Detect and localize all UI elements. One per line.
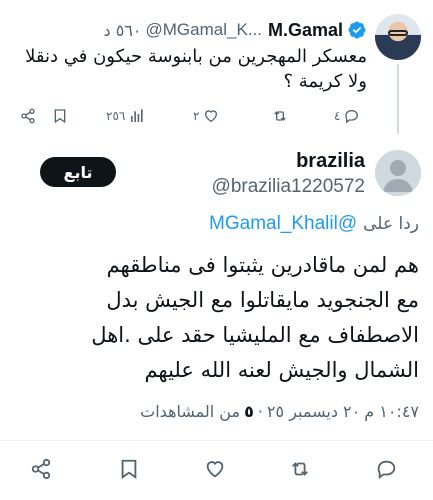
meta-separator: ·	[257, 402, 263, 421]
follow-button[interactable]: تابع	[40, 157, 116, 187]
main-author-handle[interactable]: @brazilia1220572	[212, 176, 365, 198]
main-text-line: الشمال والجيش لعنه الله عليهم	[144, 358, 419, 382]
bookmark-icon	[118, 458, 140, 480]
bookmark-icon	[52, 108, 68, 124]
parent-retweet-button[interactable]	[271, 108, 289, 124]
reply-prefix: ردا على	[363, 214, 419, 234]
parent-handle[interactable]: @MGamal_K...	[146, 20, 262, 40]
divider	[0, 440, 433, 441]
parent-reply-button[interactable]: ٤	[334, 108, 360, 124]
main-tweet-text: هم لمن ماقادرين يثبتوا فى مناطقهم مع الج…	[9, 248, 419, 388]
reply-icon	[344, 108, 360, 124]
parent-views-button[interactable]: ٢٥٦	[106, 108, 145, 124]
tweet-meta-line: ١٠:٤٧ م ٢٠ ديسمبر ٢٥ · ٥ من المشاهدات	[140, 402, 419, 421]
parent-tweet-header: ٥٦٠ د @MGamal_K... M.Gamal	[104, 18, 367, 42]
replying-to-line: ردا على @MGamal_Khalil	[209, 212, 419, 236]
views-icon	[129, 108, 145, 124]
main-text-line: الاصطفاف مع المليشيا حقد على .اهل	[91, 323, 419, 347]
like-icon	[204, 458, 226, 480]
views-count: ٥	[244, 402, 254, 421]
parent-action-bar: ٢٥٦ ٢ ٤	[18, 108, 368, 132]
like-icon	[203, 108, 219, 124]
main-like-button[interactable]	[204, 458, 226, 480]
retweet-icon	[288, 458, 312, 480]
parent-text-line: معسكر المهجرين من بابنوسة حيكون في دنقلا	[25, 46, 367, 67]
share-icon	[20, 108, 36, 124]
main-action-bar	[0, 458, 433, 484]
tweet-time[interactable]: ١٠:٤٧ م	[364, 402, 419, 421]
main-text-line: مع الجنجويد مايقاتلوا مع الجيش بدل	[106, 288, 419, 312]
verified-icon	[347, 20, 367, 40]
parent-views-count: ٢٥٦	[106, 109, 126, 123]
main-text-line: هم لمن ماقادرين يثبتوا فى مناطقهم	[106, 253, 419, 277]
retweet-icon	[271, 108, 289, 124]
main-retweet-button[interactable]	[288, 458, 312, 480]
avatar-placeholder	[375, 150, 421, 196]
views-label: من المشاهدات	[140, 402, 241, 421]
parent-time[interactable]: ٥٦٠ د	[104, 21, 142, 40]
reply-mention-link[interactable]: @MGamal_Khalil	[209, 213, 357, 235]
main-author-name[interactable]: brazilia	[296, 150, 365, 173]
main-reply-button[interactable]	[376, 458, 398, 480]
parent-bookmark-button[interactable]	[52, 108, 68, 124]
parent-share-button[interactable]	[20, 108, 36, 124]
parent-avatar[interactable]	[375, 14, 421, 60]
reply-icon	[376, 458, 398, 480]
main-share-button[interactable]	[30, 458, 52, 480]
share-icon	[30, 458, 52, 480]
main-avatar[interactable]	[375, 150, 421, 196]
parent-reply-count: ٤	[334, 109, 341, 123]
tweet-date[interactable]: ٢٠ ديسمبر ٢٥	[267, 402, 360, 421]
thread-line	[397, 64, 399, 134]
parent-tweet-text: معسكر المهجرين من بابنوسة حيكون في دنقلا…	[12, 44, 367, 94]
main-bookmark-button[interactable]	[118, 458, 140, 480]
parent-text-line: ولا كريمة ؟	[283, 71, 367, 92]
parent-like-button[interactable]: ٢	[193, 108, 219, 124]
parent-like-count: ٢	[193, 109, 200, 123]
parent-name[interactable]: M.Gamal	[268, 20, 343, 41]
